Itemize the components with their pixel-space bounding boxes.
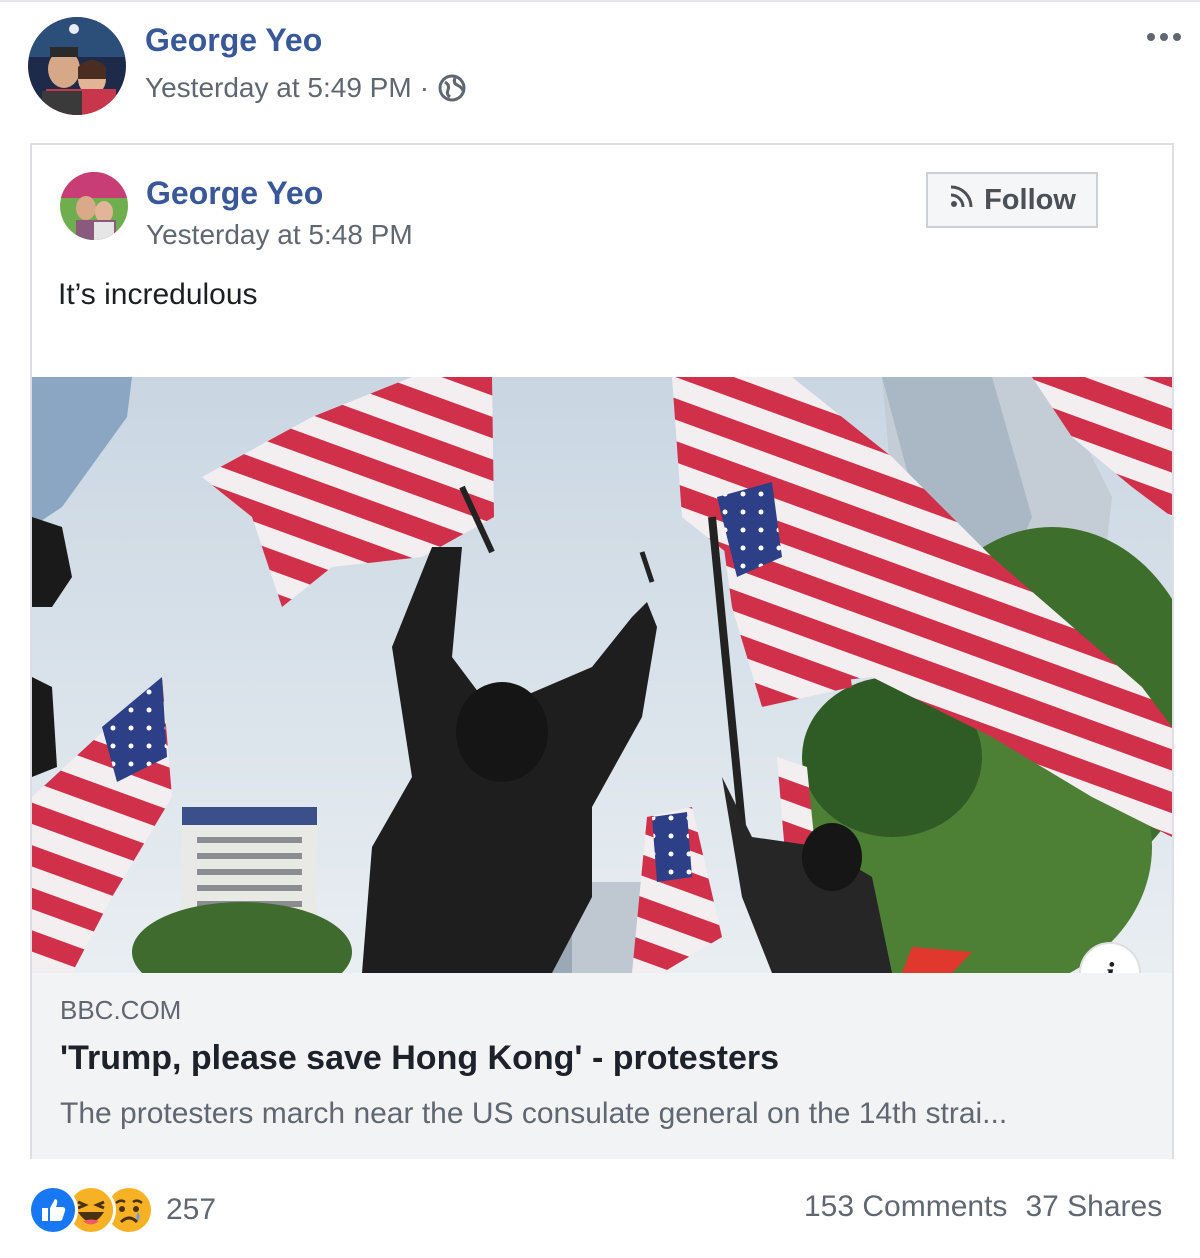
- shared-author-name[interactable]: George Yeo: [146, 175, 323, 212]
- shared-author-avatar[interactable]: [60, 172, 128, 240]
- link-preview[interactable]: BBC.COM 'Trump, please save Hong Kong' -…: [32, 973, 1172, 1159]
- post-timestamp[interactable]: Yesterday at 5:49 PM: [145, 72, 412, 104]
- follow-label: Follow: [984, 183, 1076, 216]
- author-avatar[interactable]: [28, 17, 126, 115]
- shares-count[interactable]: 37 Shares: [1025, 1190, 1162, 1224]
- link-domain: BBC.COM: [60, 995, 182, 1025]
- dot-2: [1160, 33, 1168, 41]
- like-icon: [28, 1185, 78, 1235]
- facebook-post: George Yeo Yesterday at 5:49 PM · George…: [0, 0, 1200, 1258]
- link-description: The protesters march near the US consula…: [60, 1097, 1008, 1130]
- globe-icon[interactable]: [437, 73, 467, 103]
- rss-icon: [948, 182, 976, 218]
- dot-1: [1147, 33, 1155, 41]
- link-preview-image[interactable]: [32, 377, 1172, 973]
- top-divider: [0, 0, 1200, 2]
- comments-count[interactable]: 153 Comments: [804, 1190, 1007, 1224]
- meta-separator: ·: [419, 72, 430, 103]
- author-name[interactable]: George Yeo: [145, 22, 322, 59]
- post-meta: Yesterday at 5:49 PM ·: [145, 72, 467, 104]
- more-options-icon[interactable]: [1140, 25, 1188, 49]
- dot-3: [1173, 33, 1181, 41]
- shared-post-card: George Yeo Yesterday at 5:48 PM Follow I…: [30, 143, 1174, 1159]
- reaction-summary[interactable]: 257: [28, 1185, 216, 1235]
- post-text: It’s incredulous: [58, 278, 258, 311]
- link-title[interactable]: 'Trump, please save Hong Kong' - protest…: [60, 1039, 779, 1078]
- follow-button[interactable]: Follow: [926, 172, 1098, 228]
- shared-post-timestamp[interactable]: Yesterday at 5:48 PM: [146, 219, 413, 251]
- reaction-count: 257: [166, 1193, 217, 1226]
- engagement-stats: 153 Comments 37 Shares: [804, 1190, 1162, 1224]
